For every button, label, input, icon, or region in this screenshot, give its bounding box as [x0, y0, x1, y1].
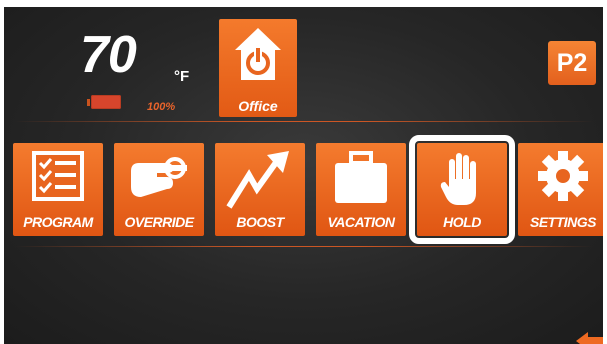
zone-button[interactable]: Office: [219, 19, 297, 117]
home-power-icon: [235, 28, 281, 80]
vacation-button[interactable]: VACATION: [316, 143, 406, 236]
gear-icon: [538, 151, 588, 201]
hold-label: HOLD: [443, 214, 481, 230]
settings-label: SETTINGS: [529, 214, 597, 230]
hand-icon: [440, 153, 476, 205]
settings-button[interactable]: SETTINGS: [518, 143, 603, 236]
back-arrow-icon[interactable]: [574, 332, 603, 344]
override-label: OVERRIDE: [124, 214, 194, 230]
boost-button[interactable]: BOOST: [215, 143, 305, 236]
hold-button[interactable]: HOLD: [409, 135, 515, 244]
program-label: PROGRAM: [23, 214, 93, 230]
override-button[interactable]: OVERRIDE: [114, 143, 204, 236]
temperature-unit: °F: [174, 68, 190, 85]
pointing-hand-icon: [131, 157, 187, 197]
profile-button[interactable]: P2: [548, 41, 596, 85]
checklist-icon: [32, 151, 84, 201]
boost-label: BOOST: [236, 214, 284, 230]
temperature-readout: 70: [80, 26, 137, 84]
suitcase-icon: [335, 151, 387, 203]
program-button[interactable]: PROGRAM: [13, 143, 103, 236]
battery-icon: [87, 94, 124, 110]
thermostat-screen: 70 °F 100% Office P2 PROGRAM OVERRIDE BO…: [4, 7, 603, 344]
bottom-divider: [14, 246, 594, 247]
trend-up-arrow-icon: [226, 151, 289, 209]
battery-percent: 100%: [147, 101, 176, 113]
vacation-label: VACATION: [327, 214, 395, 230]
zone-label: Office: [238, 98, 278, 114]
top-divider: [14, 121, 594, 122]
